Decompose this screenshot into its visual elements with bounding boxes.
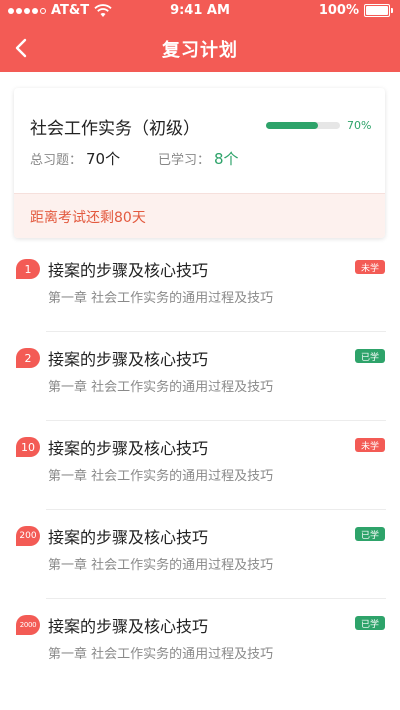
item-number-badge: 200 xyxy=(16,526,40,546)
item-subtitle: 第一章 社会工作实务的通用过程及技巧 xyxy=(48,469,274,484)
list-item[interactable]: 1 接案的步骤及核心技巧 第一章 社会工作实务的通用过程及技巧 未学 xyxy=(0,243,400,332)
course-title: 社会工作实务（初级） xyxy=(30,119,200,139)
status-badge: 已学 xyxy=(355,349,385,363)
item-title: 接案的步骤及核心技巧 xyxy=(48,350,209,369)
app-header: AT&T 9:41 AM 100% 复习计划 xyxy=(0,0,400,72)
page-title: 复习计划 xyxy=(162,40,238,61)
item-subtitle: 第一章 社会工作实务的通用过程及技巧 xyxy=(48,291,274,306)
progress-label: 70% xyxy=(347,119,372,132)
status-right: 100% xyxy=(318,3,393,18)
total-value: 70个 xyxy=(86,150,121,168)
total-stat: 总习题： 70个 xyxy=(30,148,120,169)
summary-card: 社会工作实务（初级） 70% 总习题： 70个 已学习： 8个 距离考试还剩80… xyxy=(14,88,385,238)
status-bar: AT&T 9:41 AM 100% xyxy=(0,0,400,22)
learned-value: 8个 xyxy=(214,150,239,168)
item-number-badge: 2 xyxy=(16,348,40,368)
list-item[interactable]: 10 接案的步骤及核心技巧 第一章 社会工作实务的通用过程及技巧 未学 xyxy=(0,421,400,510)
status-badge: 未学 xyxy=(355,260,385,274)
total-label: 总习题： xyxy=(30,153,83,168)
item-title: 接案的步骤及核心技巧 xyxy=(48,261,209,280)
list-item[interactable]: 2 接案的步骤及核心技巧 第一章 社会工作实务的通用过程及技巧 已学 xyxy=(0,332,400,421)
learned-label: 已学习： xyxy=(158,153,211,168)
battery-icon xyxy=(364,4,393,17)
exam-countdown: 距离考试还剩80天 xyxy=(14,193,385,238)
list-item[interactable]: 200 接案的步骤及核心技巧 第一章 社会工作实务的通用过程及技巧 已学 xyxy=(0,510,400,599)
battery-percent: 100% xyxy=(318,3,359,18)
progress-bar xyxy=(266,122,340,129)
item-number-badge: 2000 xyxy=(16,615,40,635)
nav-bar: 复习计划 xyxy=(0,24,400,72)
item-number-badge: 1 xyxy=(16,259,40,279)
item-title: 接案的步骤及核心技巧 xyxy=(48,617,209,636)
item-title: 接案的步骤及核心技巧 xyxy=(48,439,209,458)
learned-stat: 已学习： 8个 xyxy=(158,148,239,169)
status-badge: 未学 xyxy=(355,438,385,452)
progress-fill xyxy=(266,122,318,129)
item-subtitle: 第一章 社会工作实务的通用过程及技巧 xyxy=(48,558,274,573)
status-badge: 已学 xyxy=(355,527,385,541)
item-title: 接案的步骤及核心技巧 xyxy=(48,528,209,547)
list-item[interactable]: 2000 接案的步骤及核心技巧 第一章 社会工作实务的通用过程及技巧 已学 xyxy=(0,599,400,688)
item-number-badge: 10 xyxy=(16,437,40,457)
item-subtitle: 第一章 社会工作实务的通用过程及技巧 xyxy=(48,647,274,662)
status-badge: 已学 xyxy=(355,616,385,630)
item-subtitle: 第一章 社会工作实务的通用过程及技巧 xyxy=(48,380,274,395)
countdown-text: 距离考试还剩80天 xyxy=(30,210,146,226)
